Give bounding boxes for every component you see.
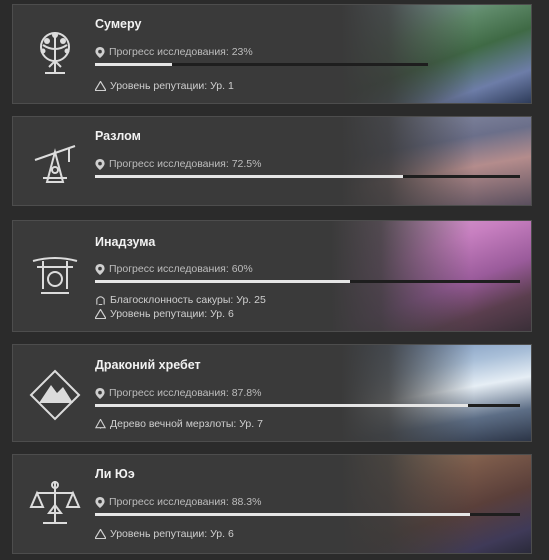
stat-line: Уровень репутации: Ур. 1 bbox=[95, 80, 234, 92]
location-pin-icon bbox=[95, 46, 105, 58]
progress-text: Прогресс исследования: 60% bbox=[109, 263, 253, 275]
stat-text: Уровень репутации: Ур. 6 bbox=[110, 308, 234, 320]
region-artwork bbox=[341, 117, 531, 205]
progress-label: Прогресс исследования: 88.3% bbox=[95, 496, 261, 508]
stat-line: Благосклонность сакуры: Ур. 25 bbox=[95, 294, 266, 306]
stat-line: Дерево вечной мерзлоты: Ур. 7 bbox=[95, 418, 263, 430]
dragonspine-mountain-emblem-icon bbox=[29, 369, 81, 421]
progress-text: Прогресс исследования: 72.5% bbox=[109, 158, 262, 170]
progress-text: Прогресс исследования: 23% bbox=[109, 46, 253, 58]
region-card-chasm[interactable]: Разлом Прогресс исследования: 72.5% bbox=[12, 116, 532, 206]
progress-text: Прогресс исследования: 87.8% bbox=[109, 387, 262, 399]
region-title: Разлом bbox=[95, 129, 141, 143]
location-pin-icon bbox=[95, 387, 105, 399]
region-card-dragonspine[interactable]: Драконий хребет Прогресс исследования: 8… bbox=[12, 344, 532, 442]
progress-label: Прогресс исследования: 23% bbox=[95, 46, 253, 58]
region-title: Драконий хребет bbox=[95, 358, 201, 372]
region-card-inazuma[interactable]: Инадзума Прогресс исследования: 60% Благ… bbox=[12, 220, 532, 332]
location-pin-icon bbox=[95, 263, 105, 275]
region-card-sumeru[interactable]: Сумеру Прогресс исследования: 23% Уровен… bbox=[12, 4, 532, 104]
frostbearing-tree-icon bbox=[95, 419, 106, 429]
progress-bar bbox=[95, 63, 428, 66]
region-card-liyue[interactable]: Ли Юэ Прогресс исследования: 88.3% Урове… bbox=[12, 454, 532, 554]
stat-text: Дерево вечной мерзлоты: Ур. 7 bbox=[110, 418, 263, 430]
reputation-icon bbox=[95, 529, 106, 539]
stat-text: Благосклонность сакуры: Ур. 25 bbox=[110, 294, 266, 306]
sakura-icon bbox=[96, 296, 105, 305]
region-artwork bbox=[341, 5, 531, 103]
location-pin-icon bbox=[95, 158, 105, 170]
progress-bar-fill bbox=[95, 280, 350, 283]
progress-bar bbox=[95, 404, 520, 407]
progress-bar-fill bbox=[95, 175, 404, 178]
region-title: Инадзума bbox=[95, 235, 156, 249]
progress-label: Прогресс исследования: 72.5% bbox=[95, 158, 261, 170]
liyue-scales-emblem-icon bbox=[29, 481, 81, 524]
inazuma-torii-emblem-icon bbox=[32, 257, 78, 294]
progress-bar-fill bbox=[95, 404, 469, 407]
sumeru-tree-emblem-icon bbox=[40, 32, 70, 74]
stat-text: Уровень репутации: Ур. 6 bbox=[110, 528, 234, 540]
reputation-icon bbox=[95, 81, 106, 91]
stat-line: Уровень репутации: Ур. 6 bbox=[95, 528, 234, 540]
progress-bar bbox=[95, 513, 520, 516]
region-title: Сумеру bbox=[95, 17, 142, 31]
chasm-crane-emblem-icon bbox=[34, 145, 76, 183]
progress-bar bbox=[95, 175, 520, 178]
progress-bar bbox=[95, 280, 520, 283]
region-artwork bbox=[341, 455, 531, 553]
progress-label: Прогресс исследования: 60% bbox=[95, 263, 253, 275]
progress-label: Прогресс исследования: 87.8% bbox=[95, 387, 261, 399]
progress-text: Прогресс исследования: 88.3% bbox=[109, 496, 262, 508]
location-pin-icon bbox=[95, 496, 105, 508]
region-title: Ли Юэ bbox=[95, 467, 135, 481]
region-artwork bbox=[341, 345, 531, 441]
stat-line: Уровень репутации: Ур. 6 bbox=[95, 308, 234, 320]
progress-bar-fill bbox=[95, 513, 471, 516]
progress-bar-fill bbox=[95, 63, 172, 66]
stat-text: Уровень репутации: Ур. 1 bbox=[110, 80, 234, 92]
region-artwork bbox=[331, 221, 531, 331]
reputation-icon bbox=[95, 309, 106, 319]
